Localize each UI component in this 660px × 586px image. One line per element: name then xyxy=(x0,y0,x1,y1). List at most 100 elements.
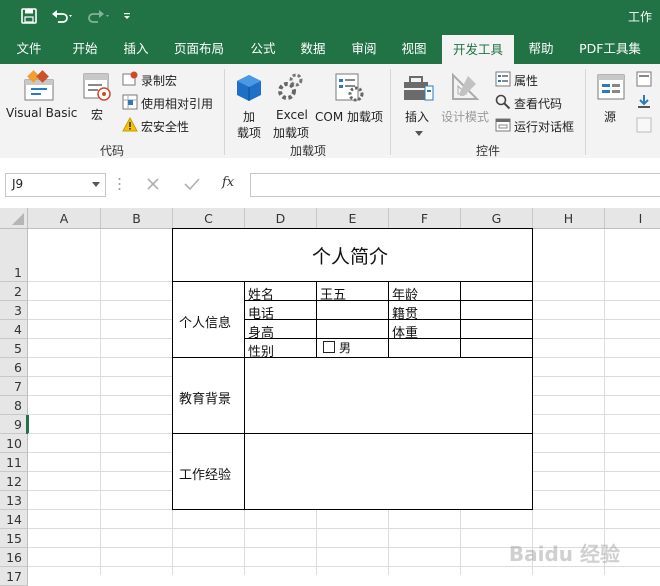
personal-info-label[interactable]: 个人信息 xyxy=(179,312,231,331)
worksheet-grid[interactable]: A B C D E F G H I 1 2 3 4 5 6 7 8 9 10 1… xyxy=(0,208,660,586)
column-header-h[interactable]: H xyxy=(533,208,605,229)
com-addins-icon[interactable] xyxy=(334,72,364,105)
com-addins-button[interactable]: COM 加载项 xyxy=(315,108,383,125)
row-header-11[interactable]: 11 xyxy=(0,453,28,472)
tab-insert[interactable]: 插入 xyxy=(113,33,159,64)
xml-map-properties-icon[interactable] xyxy=(636,71,652,90)
properties-button[interactable]: 属性 xyxy=(514,72,538,89)
tab-pdf-tools[interactable]: PDF工具集 xyxy=(572,33,648,64)
design-mode-icon[interactable] xyxy=(450,72,480,105)
row-header-15[interactable]: 15 xyxy=(0,529,28,548)
chevron-down-icon[interactable] xyxy=(92,182,100,188)
addins-button-line2[interactable]: 载项 xyxy=(237,124,261,141)
select-all-corner[interactable] xyxy=(0,208,28,229)
view-code-button[interactable]: 查看代码 xyxy=(514,95,562,112)
visual-basic-icon[interactable] xyxy=(22,70,56,105)
cancel-icon[interactable] xyxy=(146,177,160,194)
tab-review[interactable]: 审阅 xyxy=(341,33,387,64)
column-header-c[interactable]: C xyxy=(173,208,245,229)
enter-check-icon[interactable] xyxy=(184,177,200,194)
column-header-f[interactable]: F xyxy=(389,208,461,229)
excel-addins-gear-icon[interactable] xyxy=(276,72,306,105)
insert-control-button[interactable]: 插入 xyxy=(405,108,429,125)
ribbon-tabs: 文件 开始 插入 页面布局 公式 数据 审阅 视图 开发工具 帮助 PDF工具集 xyxy=(0,33,660,64)
macros-button[interactable]: 宏 xyxy=(91,106,103,123)
formula-input[interactable] xyxy=(250,173,660,197)
age-label-cell[interactable]: 年龄 xyxy=(392,284,418,303)
row-header-1[interactable]: 1 xyxy=(0,229,28,282)
column-header-i[interactable]: I xyxy=(605,208,660,229)
run-dialog-button[interactable]: 运行对话框 xyxy=(514,118,574,135)
insert-function-button[interactable]: fx xyxy=(222,175,234,190)
gender-male-checkbox-label[interactable]: 男 xyxy=(339,339,351,356)
column-header-e[interactable]: E xyxy=(317,208,389,229)
window-title: 工作 xyxy=(627,10,652,24)
properties-icon[interactable] xyxy=(495,71,511,90)
tab-file[interactable]: 文件 xyxy=(6,33,52,64)
name-label-cell[interactable]: 姓名 xyxy=(248,284,274,303)
row-header-12[interactable]: 12 xyxy=(0,472,28,491)
column-header-d[interactable]: D xyxy=(245,208,317,229)
view-code-icon[interactable] xyxy=(495,94,511,113)
tab-help[interactable]: 帮助 xyxy=(518,33,564,64)
undo-icon[interactable] xyxy=(48,5,78,27)
resume-title[interactable]: 个人简介 xyxy=(312,242,388,269)
chevron-down-icon[interactable] xyxy=(415,126,423,140)
row-header-14[interactable]: 14 xyxy=(0,510,28,529)
save-icon[interactable] xyxy=(18,5,40,27)
record-macro-icon[interactable] xyxy=(122,71,138,90)
design-mode-button[interactable]: 设计模式 xyxy=(441,108,489,125)
warning-icon[interactable] xyxy=(122,116,138,136)
row-header-10[interactable]: 10 xyxy=(0,434,28,453)
row-header-3[interactable]: 3 xyxy=(0,301,28,320)
row-header-8[interactable]: 8 xyxy=(0,396,28,415)
customize-qat-icon[interactable] xyxy=(118,5,136,27)
macros-icon[interactable] xyxy=(82,72,112,105)
height-label-cell[interactable]: 身高 xyxy=(248,322,274,341)
row-header-4[interactable]: 4 xyxy=(0,320,28,339)
addins-icon[interactable] xyxy=(236,74,262,105)
column-header-b[interactable]: B xyxy=(101,208,173,229)
column-header-g[interactable]: G xyxy=(461,208,533,229)
relative-reference-button[interactable]: 使用相对引用 xyxy=(141,95,213,112)
work-experience-label[interactable]: 工作经验 xyxy=(179,464,231,483)
redo-icon[interactable] xyxy=(84,5,114,27)
tab-developer[interactable]: 开发工具 xyxy=(442,35,514,64)
gender-male-checkbox[interactable] xyxy=(323,341,335,353)
weight-label-cell[interactable]: 体重 xyxy=(392,322,418,341)
run-dialog-icon[interactable] xyxy=(495,117,511,136)
xml-source-icon[interactable] xyxy=(597,74,625,103)
tab-page-layout[interactable]: 页面布局 xyxy=(168,33,230,64)
relative-reference-icon[interactable] xyxy=(122,94,138,113)
excel-addins-line2[interactable]: 加载项 xyxy=(273,124,309,141)
row-header-9[interactable]: 9 xyxy=(0,415,28,434)
education-label[interactable]: 教育背景 xyxy=(179,388,231,407)
row-header-2[interactable]: 2 xyxy=(0,282,28,301)
addins-button-line1[interactable]: 加 xyxy=(243,108,255,125)
row-header-13[interactable]: 13 xyxy=(0,491,28,510)
tab-home[interactable]: 开始 xyxy=(62,33,108,64)
row-header-16[interactable]: 16 xyxy=(0,548,28,567)
xml-export-icon[interactable] xyxy=(636,117,652,136)
native-place-label-cell[interactable]: 籍贯 xyxy=(392,303,418,322)
tab-view[interactable]: 视图 xyxy=(391,33,437,64)
row-header-5[interactable]: 5 xyxy=(0,339,28,358)
xml-source-button[interactable]: 源 xyxy=(604,108,616,125)
insert-toolbox-icon[interactable] xyxy=(402,74,434,105)
name-box[interactable]: J9 xyxy=(5,173,106,197)
name-value-cell[interactable]: 王五 xyxy=(320,284,346,303)
row-header-17[interactable]: 17 xyxy=(0,567,28,586)
tab-data[interactable]: 数据 xyxy=(290,33,336,64)
visual-basic-button[interactable]: Visual Basic xyxy=(6,106,77,120)
gender-label-cell[interactable]: 性别 xyxy=(248,341,274,360)
phone-label-cell[interactable]: 电话 xyxy=(248,303,274,322)
column-header-a[interactable]: A xyxy=(28,208,101,229)
formula-bar-splitter[interactable] xyxy=(118,176,121,192)
xml-import-icon[interactable] xyxy=(636,94,652,113)
row-header-7[interactable]: 7 xyxy=(0,377,28,396)
tab-formulas[interactable]: 公式 xyxy=(240,33,286,64)
record-macro-button[interactable]: 录制宏 xyxy=(141,72,177,89)
macro-security-button[interactable]: 宏安全性 xyxy=(141,118,189,135)
excel-addins-line1[interactable]: Excel xyxy=(276,108,308,122)
row-header-6[interactable]: 6 xyxy=(0,358,28,377)
